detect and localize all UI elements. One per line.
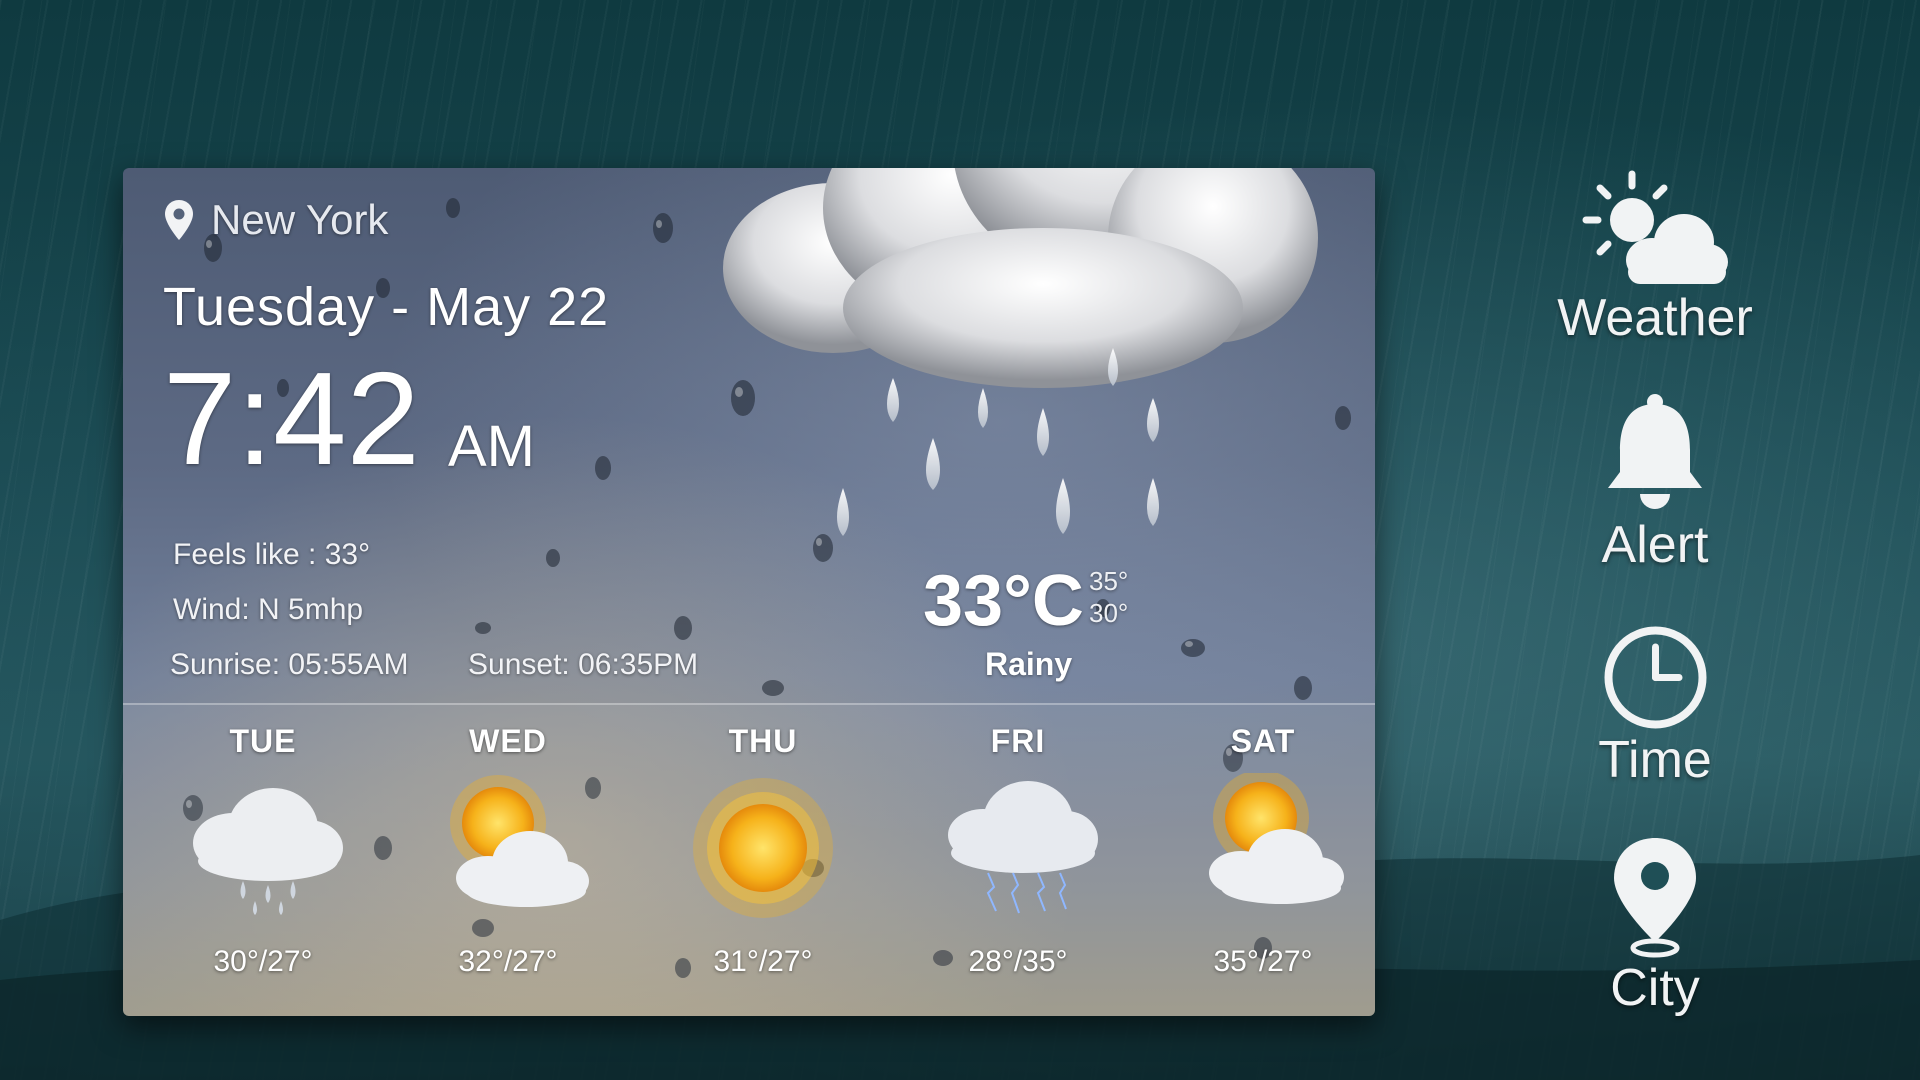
location-pin-icon bbox=[1614, 838, 1696, 958]
location-name: New York bbox=[211, 196, 389, 243]
forecast-day-name: TUE bbox=[229, 723, 297, 759]
sidebar-item-alert[interactable]: Alert bbox=[1540, 390, 1770, 575]
forecast-temperature: 28°/35° bbox=[968, 945, 1068, 978]
divider bbox=[123, 703, 1375, 705]
rain-cloud-icon bbox=[723, 168, 1318, 536]
weather-icon bbox=[1582, 170, 1728, 284]
high-temperature: 35° bbox=[1089, 566, 1129, 596]
bell-icon bbox=[1608, 394, 1702, 509]
forecast-temperature: 32°/27° bbox=[458, 945, 558, 978]
weather-widget[interactable]: New York Tuesday - May 22 7:42 AM Feels … bbox=[123, 168, 1375, 1016]
location-pin-icon bbox=[165, 200, 193, 240]
forecast-day-sat[interactable]: SAT 35°/27° bbox=[1163, 723, 1363, 1003]
forecast-day-thu[interactable]: THU 31°/27° bbox=[663, 723, 863, 1003]
sidebar-item-label: Weather bbox=[1557, 289, 1753, 347]
forecast-day-fri[interactable]: FRI 28°/35° bbox=[918, 723, 1118, 1003]
sidebar-item-label: Time bbox=[1598, 731, 1712, 789]
forecast-day-name: WED bbox=[469, 723, 547, 759]
wind-label: Wind: N 5mhp bbox=[173, 593, 364, 626]
rain-cloud-icon bbox=[193, 788, 343, 915]
sunrise-label: Sunrise: 05:55AM bbox=[170, 648, 409, 681]
date-label: Tuesday - May 22 bbox=[163, 277, 610, 337]
current-temperature: 33°C bbox=[923, 561, 1084, 641]
location-row[interactable]: New York bbox=[165, 190, 388, 250]
sunset-label: Sunset: 06:35PM bbox=[468, 648, 699, 681]
sidebar-item-city[interactable]: City bbox=[1540, 838, 1770, 1018]
partly-sunny-icon bbox=[450, 775, 589, 907]
condition-label: Rainy bbox=[985, 646, 1073, 682]
ampm-label: AM bbox=[448, 414, 535, 479]
sidebar-item-time[interactable]: Time bbox=[1540, 625, 1770, 790]
time-display: 7:42 bbox=[163, 345, 420, 492]
thunderstorm-icon bbox=[948, 781, 1098, 914]
low-temperature: 30° bbox=[1089, 598, 1129, 628]
clock-icon bbox=[1604, 626, 1706, 729]
forecast-day-tue[interactable]: TUE 30°/27° bbox=[163, 723, 363, 1003]
sun-icon bbox=[693, 778, 833, 918]
partly-sunny-icon bbox=[1209, 773, 1344, 904]
sidebar-item-label: City bbox=[1610, 959, 1700, 1017]
forecast-temperature: 30°/27° bbox=[213, 945, 313, 978]
sidebar-item-weather[interactable]: Weather bbox=[1540, 168, 1770, 348]
forecast-temperature: 35°/27° bbox=[1213, 945, 1313, 978]
forecast-day-name: THU bbox=[728, 723, 798, 759]
feels-like-label: Feels like : 33° bbox=[173, 538, 371, 571]
sidebar-item-label: Alert bbox=[1601, 516, 1709, 574]
forecast-day-name: SAT bbox=[1230, 723, 1296, 759]
forecast-temperature: 31°/27° bbox=[713, 945, 813, 978]
forecast-day-name: FRI bbox=[990, 723, 1046, 759]
forecast-day-wed[interactable]: WED 32°/27° bbox=[408, 723, 608, 1003]
